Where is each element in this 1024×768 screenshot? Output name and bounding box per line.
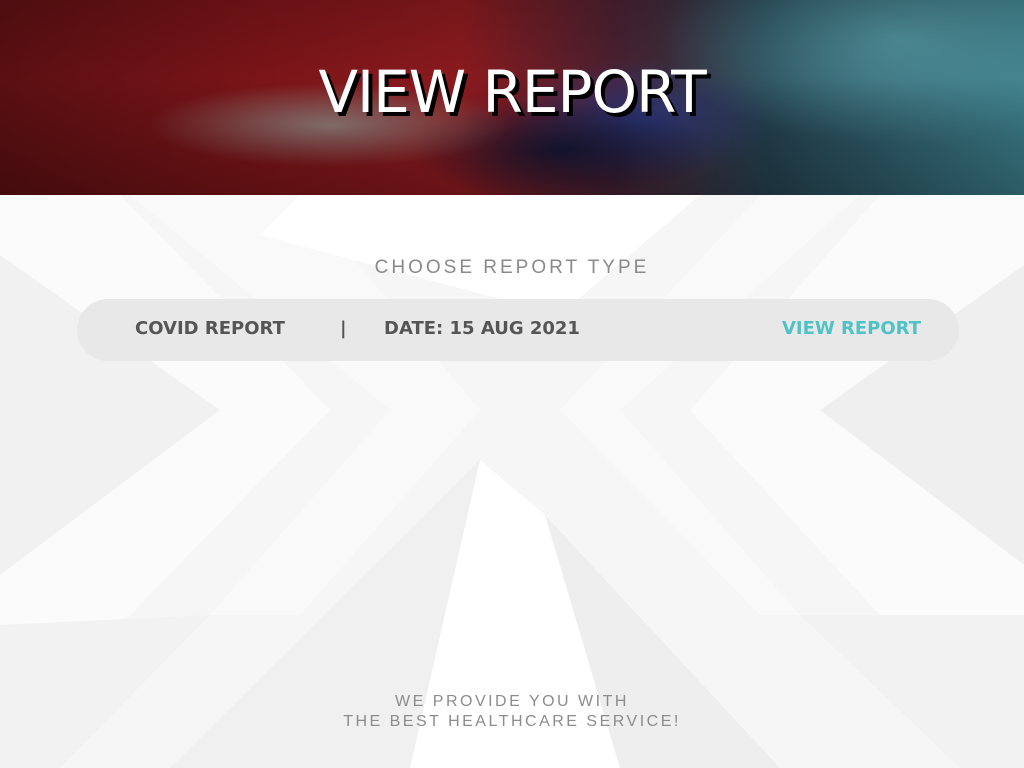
page: VIEW REPORT CHOOSE REPORT TYPE COVID REP… bbox=[0, 0, 1024, 768]
header-banner: VIEW REPORT bbox=[0, 0, 1024, 195]
view-report-link[interactable]: VIEW REPORT bbox=[782, 318, 921, 339]
report-row: COVID REPORT | DATE: 15 AUG 2021 VIEW RE… bbox=[77, 299, 959, 361]
footer-tagline-line1: WE PROVIDE YOU WITH bbox=[395, 693, 629, 710]
report-type-label: COVID REPORT bbox=[135, 318, 285, 339]
footer-tagline: WE PROVIDE YOU WITH THE BEST HEALTHCARE … bbox=[0, 692, 1024, 732]
section-label: CHOOSE REPORT TYPE bbox=[374, 257, 650, 278]
page-title: VIEW REPORT bbox=[318, 58, 706, 126]
background-pattern bbox=[0, 195, 1024, 768]
report-date: DATE: 15 AUG 2021 bbox=[384, 318, 580, 339]
footer-tagline-line2: THE BEST HEALTHCARE SERVICE! bbox=[343, 713, 681, 730]
report-separator: | bbox=[340, 318, 347, 339]
